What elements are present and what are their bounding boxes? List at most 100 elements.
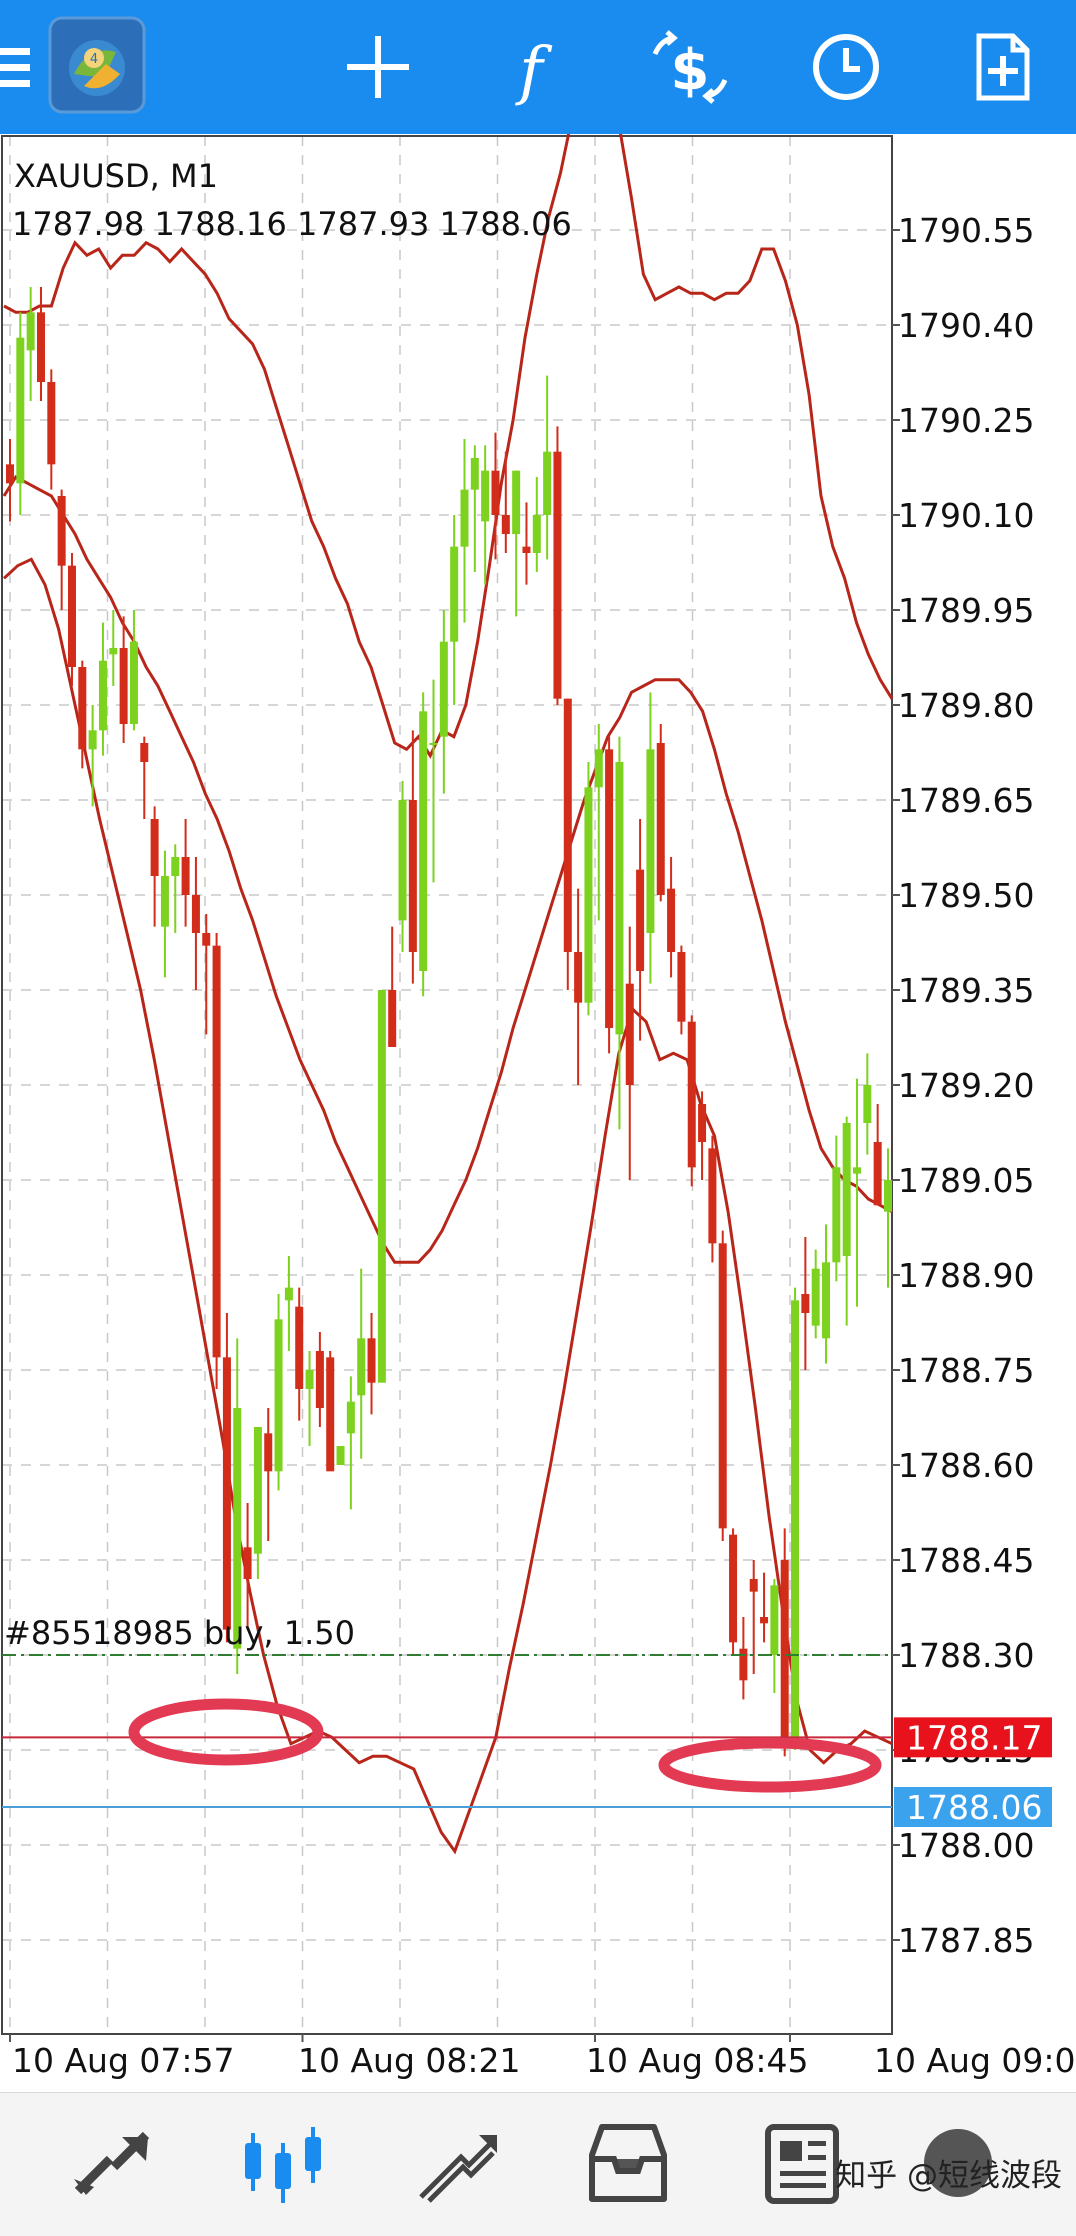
- candle-bear: [873, 1142, 882, 1206]
- candle-bear: [574, 952, 583, 1003]
- ohlc-readout: 1787.98 1788.16 1787.93 1788.06: [12, 205, 572, 243]
- trade-icon[interactable]: [405, 2113, 505, 2213]
- candle-bull: [543, 451, 552, 515]
- candle-bull: [791, 1300, 800, 1744]
- price-chart[interactable]: 1790.55 1790.40 1790.25 1790.10 1789.95 1789.…: [0, 134, 1076, 2092]
- y-tick-label: 1788.45: [898, 1541, 1034, 1580]
- candle-bull: [481, 470, 490, 522]
- x-tick-label: 10 Aug 07:57: [12, 2041, 235, 2080]
- candle-bull: [98, 660, 107, 731]
- candle-bear: [522, 546, 531, 553]
- candle-bear: [749, 1579, 758, 1592]
- y-tick-label: 1789.80: [898, 686, 1034, 725]
- metatrader-logo-icon[interactable]: 4: [44, 14, 150, 120]
- candle-bear: [119, 648, 128, 724]
- candle-bull: [615, 762, 624, 1035]
- symbol-timeframe: XAUUSD, M1: [14, 157, 218, 195]
- history-icon[interactable]: [578, 2113, 678, 2213]
- candle-bear: [212, 945, 221, 1358]
- clock-period-icon[interactable]: [793, 14, 899, 120]
- candle-bear: [605, 749, 614, 1028]
- candle-bull: [233, 1408, 242, 1649]
- candle-bear: [687, 1021, 696, 1168]
- candle-bear: [718, 1243, 727, 1529]
- y-tick-label: 1788.90: [898, 1256, 1034, 1295]
- candle-bull: [398, 800, 407, 921]
- candle-bear: [698, 1104, 707, 1142]
- svg-text:f: f: [515, 34, 553, 108]
- x-tick-label: 10 Aug 09:0: [874, 2041, 1076, 2080]
- x-tick-label: 10 Aug 08:45: [586, 2041, 809, 2080]
- candle-bull: [470, 458, 479, 490]
- y-tick-label: 1789.95: [898, 591, 1034, 630]
- y-tick-label: 1789.65: [898, 781, 1034, 820]
- candle-bull: [884, 1180, 892, 1212]
- candle-bear: [6, 464, 14, 484]
- x-tick-label: 10 Aug 08:21: [298, 2041, 521, 2080]
- candle-bull: [26, 312, 35, 351]
- y-tick-label: 1790.10: [898, 496, 1034, 535]
- bid-price-label: 1788.06: [906, 1788, 1042, 1827]
- y-tick-label: 1790.55: [898, 211, 1034, 250]
- bollinger-middle-line: [2, 475, 893, 1264]
- y-tick-label: 1790.40: [898, 306, 1034, 345]
- candle-bull: [460, 489, 469, 547]
- candle-bear: [388, 990, 397, 1047]
- candle-bear: [222, 1357, 231, 1630]
- candle-bear: [140, 743, 149, 762]
- y-tick-label: 1788.60: [898, 1446, 1034, 1485]
- candle-bull: [512, 470, 521, 534]
- candle-bear: [760, 1617, 769, 1624]
- candle-bull: [129, 641, 138, 724]
- candle-bull: [109, 648, 118, 655]
- trade-dollar-icon[interactable]: $: [637, 14, 743, 120]
- crosshair-icon[interactable]: [325, 14, 431, 120]
- candle-bull: [253, 1427, 262, 1554]
- candle-bear: [656, 743, 665, 895]
- quotes-icon[interactable]: [60, 2113, 160, 2213]
- candle-bull: [770, 1585, 779, 1655]
- candle-bull: [377, 990, 386, 1383]
- order-label: #85518985 buy, 1.50: [4, 1614, 355, 1652]
- candle-bull: [429, 743, 438, 745]
- candle-bear: [780, 1560, 789, 1738]
- chart-icon[interactable]: [233, 2113, 333, 2213]
- candle-bear: [264, 1433, 273, 1472]
- candle-bear: [202, 933, 211, 946]
- new-order-icon[interactable]: [949, 14, 1055, 120]
- candle-bull: [863, 1085, 872, 1123]
- candle-bear: [57, 496, 66, 566]
- y-tick-label: 1788.75: [898, 1351, 1034, 1390]
- candle-bear: [729, 1534, 738, 1643]
- candle-bear: [295, 1306, 304, 1389]
- candle-bear: [677, 952, 686, 1022]
- y-tick-label: 1790.25: [898, 401, 1034, 440]
- candle-bear: [191, 895, 200, 933]
- candle-bull: [811, 1268, 820, 1326]
- candle-bear: [367, 1338, 376, 1383]
- candle-bear: [501, 515, 510, 534]
- y-tick-label: 1789.35: [898, 971, 1034, 1010]
- candle-bear: [553, 451, 562, 699]
- indicator-function-icon[interactable]: f: [478, 14, 584, 120]
- svg-text:$: $: [671, 38, 710, 103]
- candle-bear: [78, 667, 87, 750]
- candle-bear: [181, 857, 190, 895]
- candle-bear: [491, 470, 500, 515]
- candle-bull: [16, 337, 25, 484]
- candle-bear: [636, 869, 645, 971]
- candle-bull: [346, 1401, 355, 1434]
- candle-bull: [450, 546, 459, 642]
- candle-bear: [67, 565, 76, 667]
- y-tick-label: 1789.20: [898, 1066, 1034, 1105]
- candle-bear: [801, 1294, 810, 1313]
- y-tick-label: 1789.50: [898, 876, 1034, 915]
- candle-bull: [439, 641, 448, 737]
- candle-bear: [667, 888, 676, 952]
- candle-bull: [274, 1319, 283, 1472]
- candle-bear: [739, 1648, 748, 1681]
- top-toolbar: 4 f $: [0, 0, 1076, 134]
- bollinger-lower-line: [2, 557, 893, 1855]
- candle-bull: [646, 749, 655, 933]
- candle-bull: [88, 730, 97, 750]
